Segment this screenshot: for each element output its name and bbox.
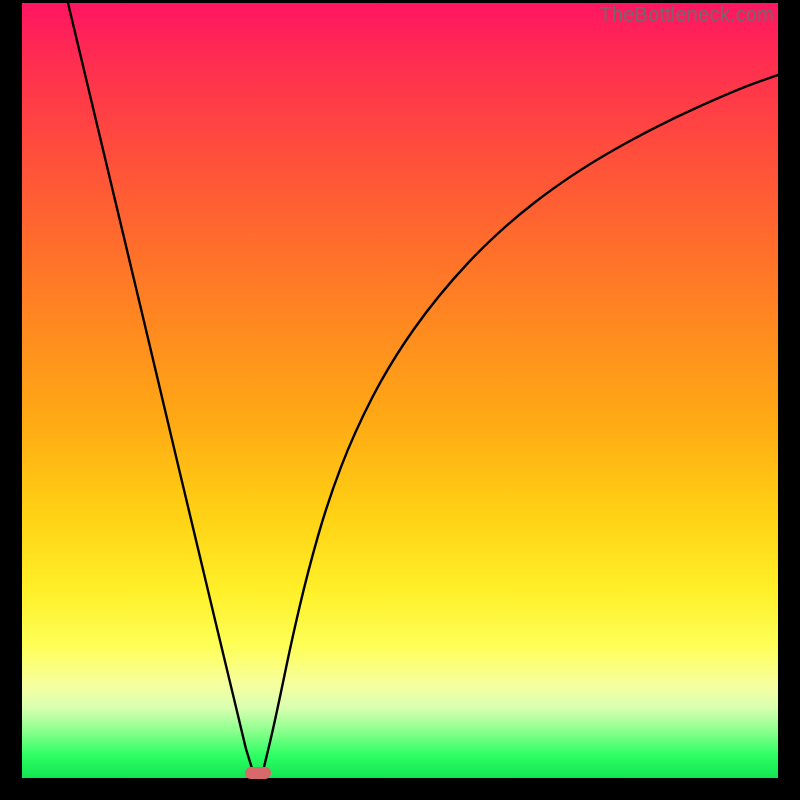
bottleneck-curve — [22, 3, 778, 778]
curve-right-branch — [262, 75, 778, 775]
plot-area — [22, 3, 778, 778]
optimum-marker — [245, 767, 271, 779]
watermark-text: TheBottleneck.com — [599, 4, 774, 27]
figure-frame: TheBottleneck.com — [0, 0, 800, 800]
curve-left-branch — [68, 3, 254, 775]
